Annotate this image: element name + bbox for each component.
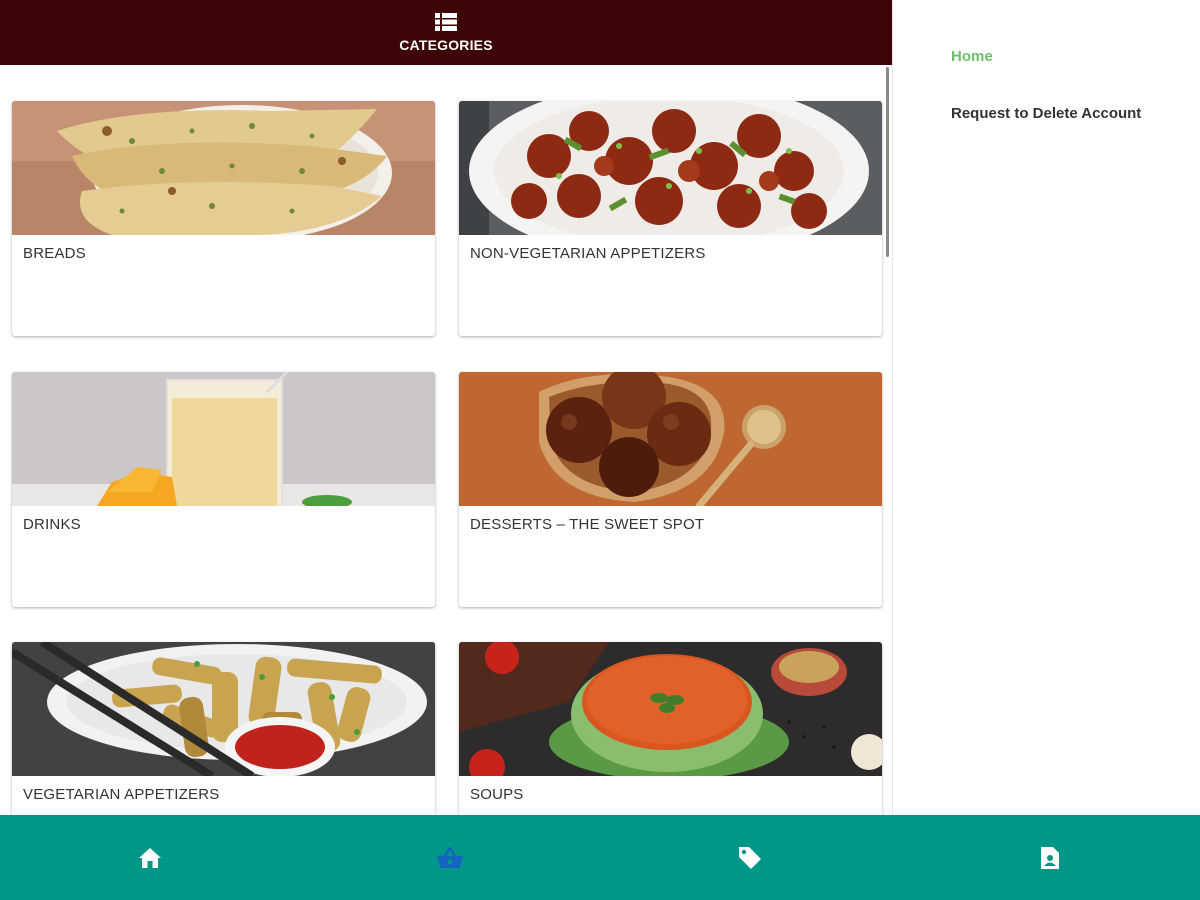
top-header: CATEGORIES [0, 0, 892, 65]
drinks-image [12, 372, 435, 506]
nav-tab-basket[interactable] [300, 815, 600, 900]
soups-image [459, 642, 882, 776]
page-title: CATEGORIES [399, 36, 493, 53]
scrollbar-thumb[interactable] [886, 67, 889, 257]
tag-icon [739, 846, 761, 869]
category-label: VEGETARIAN APPETIZERS [23, 786, 220, 803]
category-label: DRINKS [23, 516, 81, 533]
nav-tab-offers[interactable] [600, 815, 900, 900]
category-card-soups[interactable]: SOUPS [459, 642, 882, 815]
category-label: NON-VEGETARIAN APPETIZERS [470, 245, 706, 262]
category-grid: BREADS NON-VEGETARIAN APPETIZERS DRINKS … [0, 65, 892, 815]
document-icon [1041, 846, 1059, 869]
category-card-non-vegetarian-appetizers[interactable]: NON-VEGETARIAN APPETIZERS [459, 101, 882, 336]
category-label: SOUPS [470, 786, 524, 803]
nav-tab-account[interactable] [900, 815, 1200, 900]
desserts-image [459, 372, 882, 506]
category-card-vegetarian-appetizers[interactable]: VEGETARIAN APPETIZERS [12, 642, 435, 815]
bottom-navigation [0, 815, 1200, 900]
non-vegetarian-appetizers-image [459, 101, 882, 235]
list-icon [435, 12, 457, 31]
category-card-breads[interactable]: BREADS [12, 101, 435, 336]
home-icon [139, 847, 161, 868]
vegetarian-appetizers-image [12, 642, 435, 776]
nav-tab-home[interactable] [0, 815, 300, 900]
side-drawer: Home Request to Delete Account [893, 0, 1200, 815]
drawer-item-request-delete-account[interactable]: Request to Delete Account [951, 105, 1141, 122]
category-label: BREADS [23, 245, 86, 262]
app-root: CATEGORIES BREADS NON-VEGETARIAN APPETIZ… [0, 0, 1200, 900]
basket-icon [437, 846, 463, 868]
drawer-item-home[interactable]: Home [951, 48, 993, 65]
category-card-drinks[interactable]: DRINKS [12, 372, 435, 607]
category-label: DESSERTS – THE SWEET SPOT [470, 516, 705, 533]
category-card-desserts[interactable]: DESSERTS – THE SWEET SPOT [459, 372, 882, 607]
breads-image [12, 101, 435, 235]
